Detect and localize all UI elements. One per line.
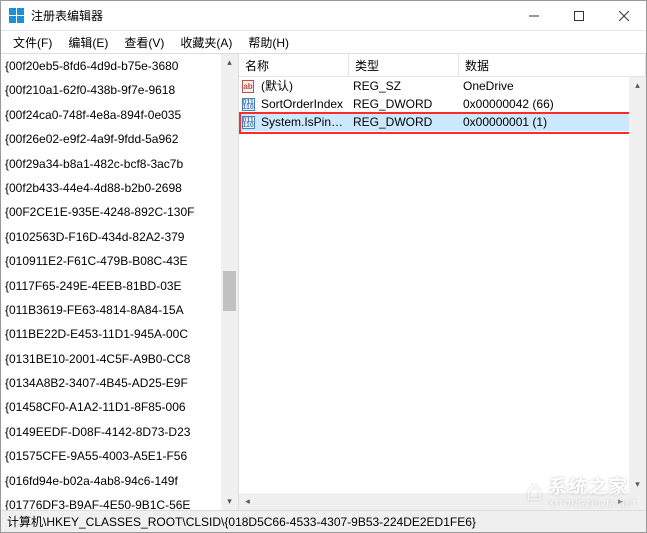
value-type: REG_DWORD	[349, 113, 459, 131]
list-row[interactable]: ab (默认)REG_SZOneDrive	[239, 77, 646, 95]
value-type: REG_SZ	[349, 77, 459, 95]
scroll-down-icon[interactable]: ▾	[629, 476, 646, 493]
list-row[interactable]: 011110System.IsPinne...REG_DWORD0x000000…	[239, 113, 646, 131]
reg-binary-icon: 011110	[242, 98, 255, 111]
app-icon	[9, 8, 25, 24]
tree-item[interactable]: {0117F65-249E-4EEB-81BD-03E	[1, 274, 238, 298]
value-name: SortOrderIndex	[257, 95, 349, 113]
menu-bar: 文件(F) 编辑(E) 查看(V) 收藏夹(A) 帮助(H)	[1, 31, 646, 53]
value-type: REG_DWORD	[349, 95, 459, 113]
tree-item[interactable]: {011B3619-FE63-4814-8A84-15A	[1, 298, 238, 322]
list-header: 名称 类型 数据	[239, 54, 646, 77]
content-area: {00f20eb5-8fd6-4d9d-b75e-3680{00f210a1-6…	[1, 53, 646, 510]
minimize-button[interactable]	[511, 1, 556, 31]
window-title: 注册表编辑器	[31, 7, 511, 24]
scroll-corner	[629, 493, 646, 510]
tree-item[interactable]: {00f26e02-e9f2-4a9f-9fdd-5a962	[1, 127, 238, 151]
value-name: System.IsPinne...	[257, 113, 349, 131]
scroll-up-icon[interactable]: ▴	[221, 54, 238, 71]
tree-item[interactable]: {0149EEDF-D08F-4142-8D73-D23	[1, 420, 238, 444]
scroll-up-icon[interactable]: ▴	[629, 77, 646, 94]
status-path: 计算机\HKEY_CLASSES_ROOT\CLSID\{018D5C66-45…	[7, 513, 476, 530]
maximize-button[interactable]	[556, 1, 601, 31]
list-body[interactable]: ab(默认)REG_SZOneDrive011110SortOrderIndex…	[239, 77, 646, 510]
reg-binary-icon: 011110	[242, 116, 255, 129]
tree-item[interactable]: {00f2b433-44e4-4d88-b2b0-2698	[1, 176, 238, 200]
scroll-left-icon[interactable]: ◂	[239, 493, 256, 510]
tree-item[interactable]: {0134A8B2-3407-4B45-AD25-E9F	[1, 371, 238, 395]
col-header-data[interactable]: 数据	[459, 54, 646, 76]
menu-edit[interactable]: 编辑(E)	[60, 32, 116, 53]
tree-item[interactable]: {00f29a34-b8a1-482c-bcf8-3ac7b	[1, 152, 238, 176]
list-row[interactable]: 011110SortOrderIndexREG_DWORD0x00000042 …	[239, 95, 646, 113]
tree-item[interactable]: {0131BE10-2001-4C5F-A9B0-CC8	[1, 347, 238, 371]
scroll-thumb[interactable]	[223, 271, 236, 311]
scroll-right-icon[interactable]: ▸	[612, 493, 629, 510]
tree-item[interactable]: {00f210a1-62f0-438b-9f7e-9618	[1, 78, 238, 102]
status-bar: 计算机\HKEY_CLASSES_ROOT\CLSID\{018D5C66-45…	[1, 510, 646, 532]
col-header-name[interactable]: 名称	[239, 54, 349, 76]
tree-item[interactable]: {010911E2-F61C-479B-B08C-43E	[1, 249, 238, 273]
tree-item[interactable]: {016fd94e-b02a-4ab8-94c6-149f	[1, 469, 238, 493]
menu-help[interactable]: 帮助(H)	[240, 32, 297, 53]
menu-favorites[interactable]: 收藏夹(A)	[172, 32, 240, 53]
menu-file[interactable]: 文件(F)	[5, 32, 60, 53]
menu-view[interactable]: 查看(V)	[116, 32, 172, 53]
col-header-type[interactable]: 类型	[349, 54, 459, 76]
values-pane: 名称 类型 数据 ab(默认)REG_SZOneDrive011110SortO…	[239, 54, 646, 510]
value-data: OneDrive	[459, 77, 646, 95]
registry-tree[interactable]: {00f20eb5-8fd6-4d9d-b75e-3680{00f210a1-6…	[1, 54, 238, 510]
value-name: (默认)	[257, 77, 349, 95]
value-data: 0x00000042 (66)	[459, 95, 646, 113]
close-button[interactable]	[601, 1, 646, 31]
tree-scrollbar[interactable]: ▴ ▾	[221, 54, 238, 510]
registry-tree-pane: {00f20eb5-8fd6-4d9d-b75e-3680{00f210a1-6…	[1, 54, 239, 510]
list-scroll-horizontal[interactable]: ◂ ▸	[239, 493, 629, 510]
scroll-down-icon[interactable]: ▾	[221, 493, 238, 510]
tree-item[interactable]: {00F2CE1E-935E-4248-892C-130F	[1, 200, 238, 224]
tree-item[interactable]: {00f20eb5-8fd6-4d9d-b75e-3680	[1, 54, 238, 78]
window-controls	[511, 1, 646, 31]
tree-item[interactable]: {00f24ca0-748f-4e8a-894f-0e035	[1, 103, 238, 127]
title-bar: 注册表编辑器	[1, 1, 646, 31]
tree-item[interactable]: {01776DF3-B9AF-4E50-9B1C-56E	[1, 493, 238, 510]
tree-item[interactable]: {01575CFE-9A55-4003-A5E1-F56	[1, 444, 238, 468]
reg-string-icon: ab	[242, 80, 253, 93]
tree-item[interactable]: {01458CF0-A1A2-11D1-8F85-006	[1, 395, 238, 419]
list-scroll-vertical[interactable]: ▴ ▾	[629, 77, 646, 493]
tree-item[interactable]: {0102563D-F16D-434d-82A2-379	[1, 225, 238, 249]
value-data: 0x00000001 (1)	[459, 113, 646, 131]
tree-item[interactable]: {011BE22D-E453-11D1-945A-00C	[1, 322, 238, 346]
